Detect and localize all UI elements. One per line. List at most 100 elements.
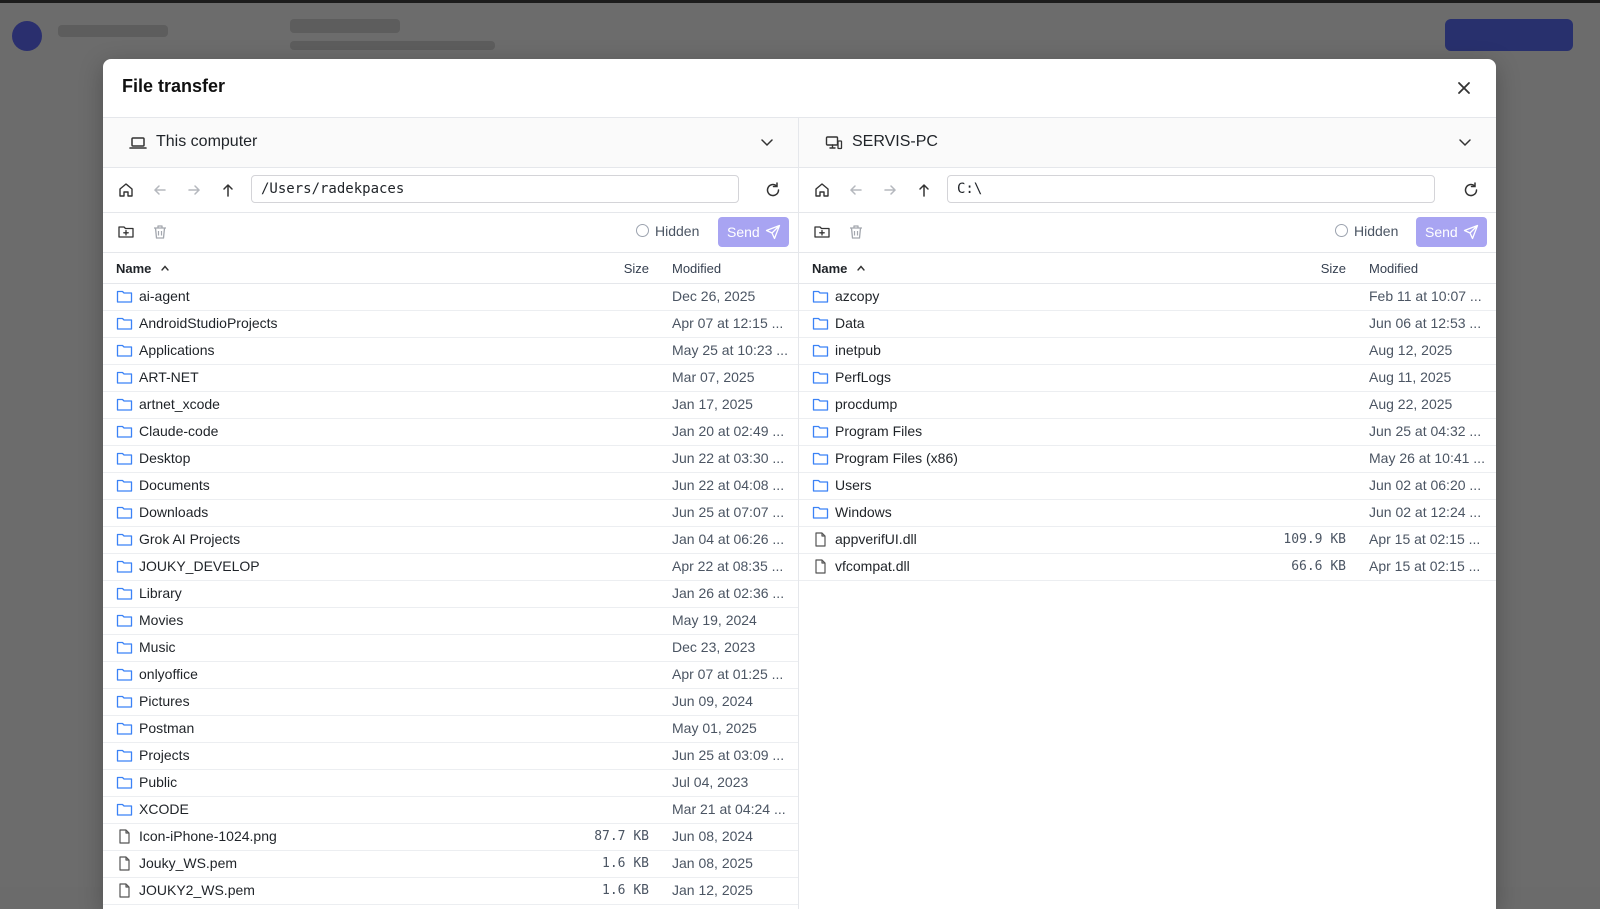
hidden-files-checkbox[interactable] [636, 224, 649, 237]
file-modified: Jan 08, 2025 [672, 855, 753, 871]
file-row[interactable]: Windows Jun 02 at 12:24 ... [799, 500, 1496, 527]
send-button[interactable]: Send [718, 217, 789, 247]
trash-icon[interactable] [151, 223, 169, 241]
file-name: Icon-iPhone-1024.png [139, 828, 277, 844]
folder-icon [812, 478, 829, 493]
sort-ascending-icon [857, 265, 865, 271]
app-backdrop-button [1445, 19, 1573, 51]
file-row[interactable]: Desktop Jun 22 at 03:30 ... [103, 446, 798, 473]
file-row[interactable]: Users Jun 02 at 06:20 ... [799, 473, 1496, 500]
file-modified: Jun 02 at 12:24 ... [1369, 504, 1482, 520]
path-input[interactable] [251, 175, 739, 203]
file-row[interactable]: JOUKY2_WS.pem 1.6 KB Jan 12, 2025 [103, 878, 798, 905]
file-name: Program Files (x86) [835, 450, 958, 466]
file-row[interactable]: Downloads Jun 25 at 07:07 ... [103, 500, 798, 527]
file-row[interactable]: Movies May 19, 2024 [103, 608, 798, 635]
file-row[interactable]: Pictures Jun 09, 2024 [103, 689, 798, 716]
file-row[interactable]: Projects Jun 25 at 03:09 ... [103, 743, 798, 770]
file-row[interactable]: procdump Aug 22, 2025 [799, 392, 1496, 419]
file-row[interactable]: PerfLogs Aug 11, 2025 [799, 365, 1496, 392]
column-name[interactable]: Name [812, 261, 847, 276]
file-row[interactable]: JOUKY_DEVELOP Apr 22 at 08:35 ... [103, 554, 798, 581]
file-name: vfcompat.dll [835, 558, 910, 574]
file-modified: Jun 06 at 12:53 ... [1369, 315, 1482, 331]
app-logo [12, 21, 42, 51]
file-row[interactable]: appverifUI.dll 109.9 KB Apr 15 at 02:15 ..… [799, 527, 1496, 554]
file-modified: May 01, 2025 [672, 720, 757, 736]
file-row[interactable]: ai-agent Dec 26, 2025 [103, 284, 798, 311]
file-row[interactable]: Jouky_WS.pem 1.6 KB Jan 08, 2025 [103, 851, 798, 878]
file-modified: Dec 26, 2025 [672, 288, 756, 304]
file-row[interactable]: Music Dec 23, 2023 [103, 635, 798, 662]
close-icon[interactable] [1454, 78, 1474, 98]
file-name: Applications [139, 342, 215, 358]
file-row[interactable]: XCODE Mar 21 at 04:24 ... [103, 797, 798, 824]
file-name: Movies [139, 612, 184, 628]
forward-arrow-icon[interactable] [185, 181, 203, 199]
file-row[interactable]: Icon-iPhone-1024.png 87.7 KB Jun 08, 2024 [103, 824, 798, 851]
file-modified: Aug 12, 2025 [1369, 342, 1453, 358]
folder-icon [116, 775, 133, 790]
file-row[interactable]: Postman May 01, 2025 [103, 716, 798, 743]
forward-arrow-icon[interactable] [881, 181, 899, 199]
toolbar: Hidden Send [799, 213, 1496, 253]
file-modified: Apr 15 at 02:15 ... [1369, 531, 1481, 547]
send-button[interactable]: Send [1416, 217, 1487, 247]
file-row[interactable]: artnet_xcode Jan 17, 2025 [103, 392, 798, 419]
new-folder-icon[interactable] [117, 223, 135, 241]
machine-selector-local[interactable]: This computer [103, 118, 798, 168]
file-row[interactable]: AndroidStudioProjects Apr 07 at 12:15 ... [103, 311, 798, 338]
file-row[interactable]: vfcompat.dll 66.6 KB Apr 15 at 02:15 ... [799, 554, 1496, 581]
file-modified: Jun 25 at 03:09 ... [672, 747, 785, 763]
file-modified: Apr 15 at 02:15 ... [1369, 558, 1481, 574]
file-row[interactable]: Public Jul 04, 2023 [103, 770, 798, 797]
file-name: AndroidStudioProjects [139, 315, 278, 331]
machine-selector-remote[interactable]: SERVIS-PC [799, 118, 1496, 168]
file-row[interactable]: onlyoffice Apr 07 at 01:25 ... [103, 662, 798, 689]
folder-icon [116, 667, 133, 682]
path-input[interactable] [947, 175, 1435, 203]
back-arrow-icon[interactable] [847, 181, 865, 199]
file-row[interactable]: Grok AI Projects Jan 04 at 06:26 ... [103, 527, 798, 554]
refresh-icon[interactable] [764, 181, 782, 199]
file-modified: Jun 02 at 06:20 ... [1369, 477, 1482, 493]
column-modified[interactable]: Modified [672, 261, 721, 276]
file-name: Grok AI Projects [139, 531, 241, 547]
file-icon [812, 532, 829, 547]
folder-icon [116, 802, 133, 817]
file-row[interactable]: azcopy Feb 11 at 10:07 ... [799, 284, 1496, 311]
file-row[interactable]: Program Files (x86) May 26 at 10:41 ... [799, 446, 1496, 473]
file-row[interactable]: Data Jun 06 at 12:53 ... [799, 311, 1496, 338]
folder-icon [116, 694, 133, 709]
up-arrow-icon[interactable] [915, 181, 933, 199]
file-row[interactable]: inetpub Aug 12, 2025 [799, 338, 1496, 365]
file-row[interactable]: Program Files Jun 25 at 04:32 ... [799, 419, 1496, 446]
column-size[interactable]: Size [1286, 261, 1346, 276]
file-row[interactable]: Library Jan 26 at 02:36 ... [103, 581, 798, 608]
file-name: Windows [835, 504, 892, 520]
column-headers: Name Size Modified [103, 253, 798, 284]
toolbar: Hidden Send [103, 213, 798, 253]
file-row[interactable]: Claude-code Jan 20 at 02:49 ... [103, 419, 798, 446]
file-modified: May 26 at 10:41 ... [1369, 450, 1485, 466]
file-transfer-dialog: File transfer This computer Hidden Send [103, 59, 1496, 909]
home-icon[interactable] [117, 181, 135, 199]
trash-icon[interactable] [847, 223, 865, 241]
column-name[interactable]: Name [116, 261, 151, 276]
file-modified: Jun 25 at 04:32 ... [1369, 423, 1482, 439]
refresh-icon[interactable] [1462, 181, 1480, 199]
home-icon[interactable] [813, 181, 831, 199]
new-folder-icon[interactable] [813, 223, 831, 241]
column-size[interactable]: Size [589, 261, 649, 276]
file-row[interactable]: Applications May 25 at 10:23 ... [103, 338, 798, 365]
back-arrow-icon[interactable] [151, 181, 169, 199]
file-row[interactable]: Documents Jun 22 at 04:08 ... [103, 473, 798, 500]
up-arrow-icon[interactable] [219, 181, 237, 199]
remote-computer-icon [825, 136, 843, 150]
file-row[interactable]: ART-NET Mar 07, 2025 [103, 365, 798, 392]
local-pane: This computer Hidden Send Name Size Mo [103, 118, 799, 909]
hidden-files-checkbox[interactable] [1335, 224, 1348, 237]
folder-icon [116, 586, 133, 601]
column-modified[interactable]: Modified [1369, 261, 1418, 276]
chevron-down-icon [761, 139, 773, 147]
